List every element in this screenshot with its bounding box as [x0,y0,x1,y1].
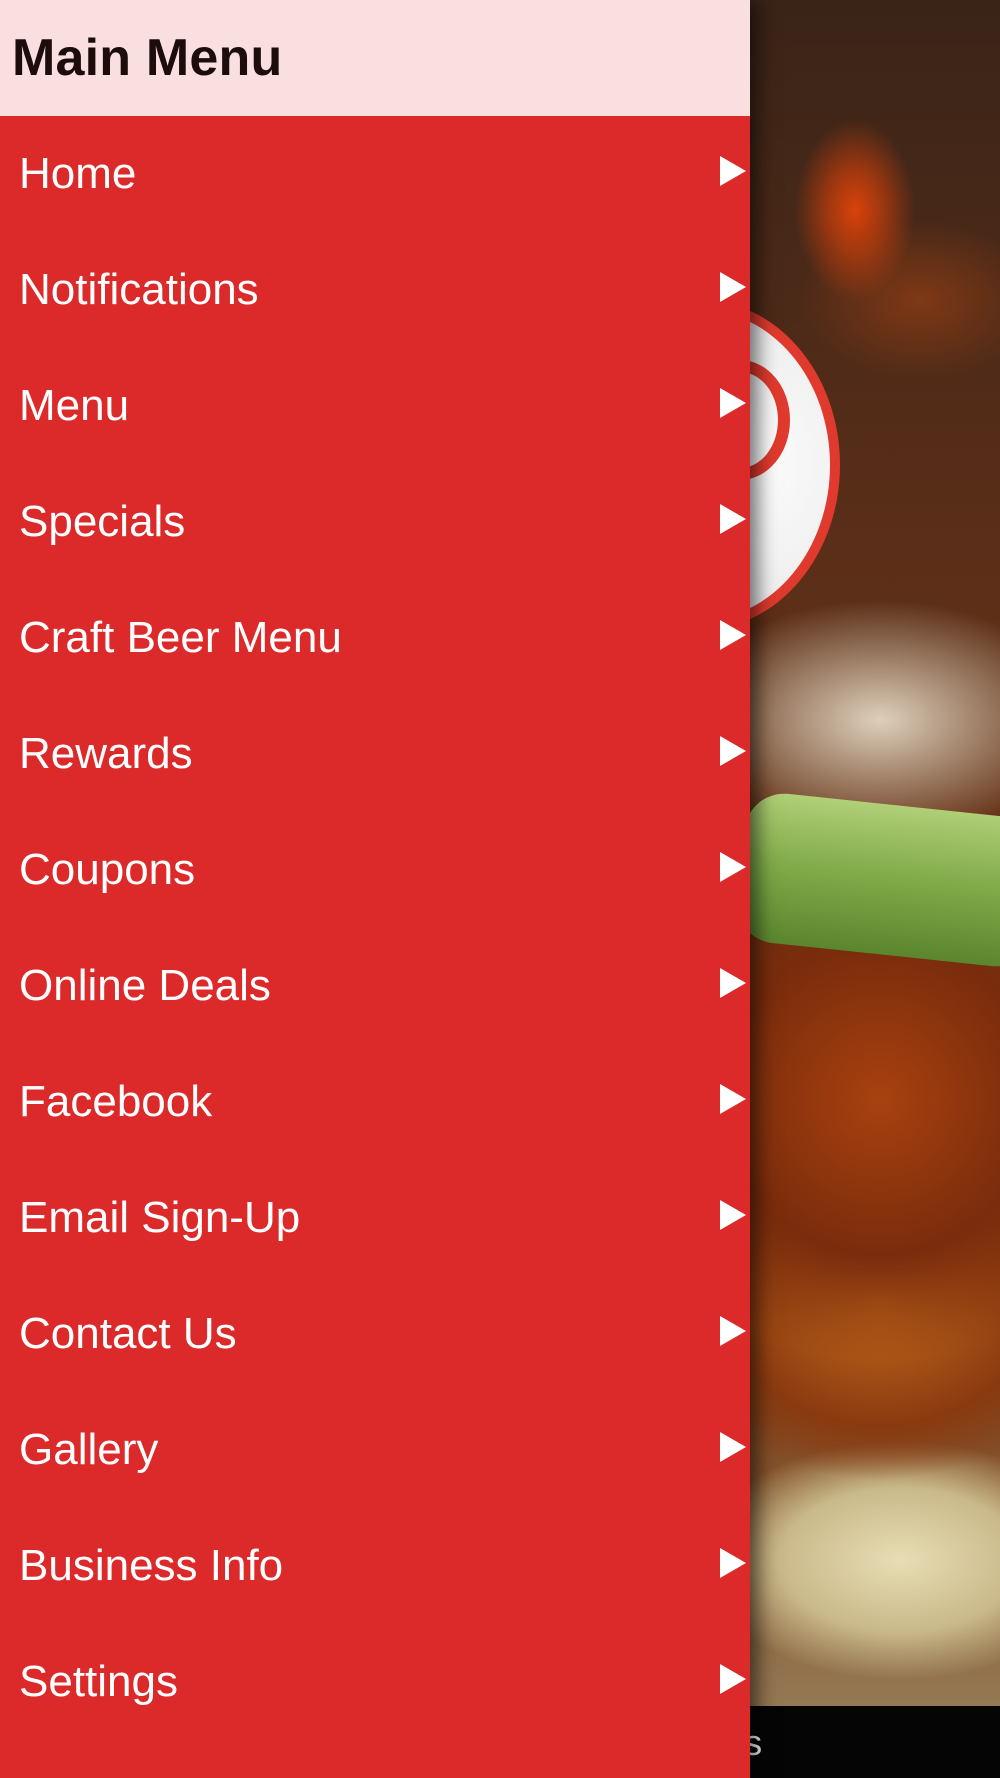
menu-item-business-info[interactable]: Business Info [0,1508,750,1624]
chevron-right-icon [720,852,746,882]
menu-item-rewards[interactable]: Rewards [0,696,750,812]
chevron-right-icon [720,620,746,650]
menu-item-label: Craft Beer Menu [19,613,342,662]
menu-item-label: Rewards [19,729,193,778]
menu-item-label: Coupons [19,845,196,894]
menu-item-label: Business Info [19,1541,284,1590]
menu-item-coupons[interactable]: Coupons [0,812,750,928]
main-menu-drawer: Main Menu Home Notifications Menu Specials C… [0,0,750,1778]
chevron-right-icon [720,736,746,766]
menu-item-contact-us[interactable]: Contact Us [0,1276,750,1392]
menu-item-label: Specials [19,497,186,546]
menu-item-label: Home [19,149,137,198]
chevron-right-icon [720,388,746,418]
chevron-right-icon [720,1316,746,1346]
menu-item-label: Online Deals [19,961,271,1010]
menu-item-craft-beer-menu[interactable]: Craft Beer Menu [0,580,750,696]
menu-item-home[interactable]: Home [0,116,750,232]
chevron-right-icon [720,968,746,998]
chevron-right-icon [720,1084,746,1114]
menu-item-gallery[interactable]: Gallery [0,1392,750,1508]
menu-item-label: Facebook [19,1077,213,1126]
menu-item-facebook[interactable]: Facebook [0,1044,750,1160]
chevron-right-icon [720,1548,746,1578]
menu-item-specials[interactable]: Specials [0,464,750,580]
menu-item-email-sign-up[interactable]: Email Sign-Up [0,1160,750,1276]
menu-item-label: Menu [19,381,130,430]
menu-item-online-deals[interactable]: Online Deals [0,928,750,1044]
menu-item-label: Gallery [19,1425,159,1474]
chevron-right-icon [720,504,746,534]
menu-item-settings[interactable]: Settings [0,1624,750,1740]
menu-item-label: Contact Us [19,1309,237,1358]
menu-item-notifications[interactable]: Notifications [0,232,750,348]
menu-item-label: Settings [19,1657,178,1706]
chevron-right-icon [720,156,746,186]
menu-item-label: Email Sign-Up [19,1193,301,1242]
drawer-title: Main Menu [12,29,283,87]
app-screen: fications Main Menu HomeNotificationsMen… [0,0,1000,1778]
menu-list: Home Notifications Menu Specials Craft Beer … [0,116,750,1740]
drawer-header: Main Menu [0,0,750,116]
menu-item-menu[interactable]: Menu [0,348,750,464]
chevron-right-icon [720,272,746,302]
chevron-right-icon [720,1664,746,1694]
menu-item-label: Notifications [19,265,259,314]
celery-stick [732,789,1000,971]
chevron-right-icon [720,1432,746,1462]
chevron-right-icon [720,1200,746,1230]
